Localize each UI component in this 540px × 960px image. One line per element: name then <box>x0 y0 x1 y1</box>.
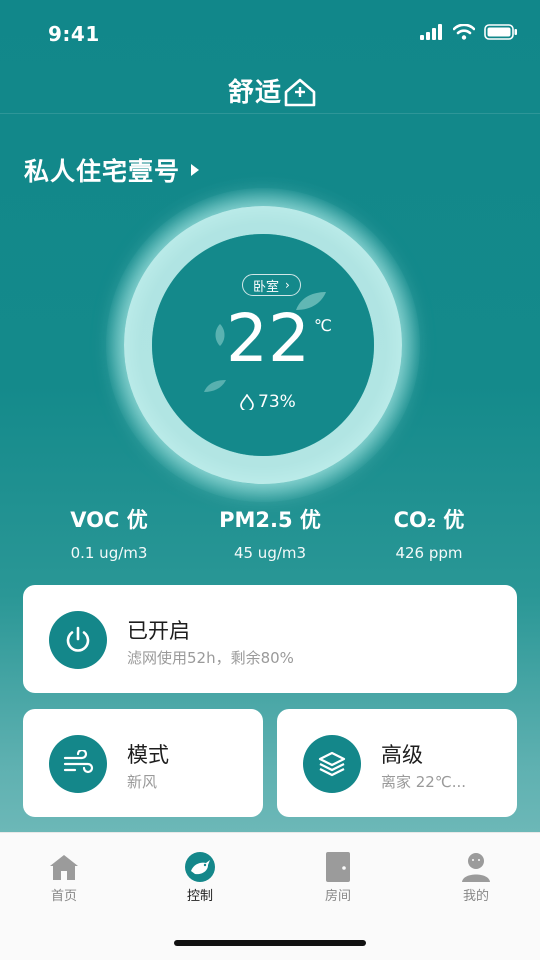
door-icon <box>322 851 354 883</box>
app-logo: 舒适 <box>228 72 318 109</box>
filter-usage: 滤网使用52h，剩余80% <box>127 649 294 667</box>
status-icons <box>420 24 518 40</box>
layers-icon <box>318 751 346 777</box>
humidity-readout: 73% <box>240 392 296 412</box>
power-card[interactable]: 已开启 滤网使用52h，剩余80% <box>23 585 517 693</box>
metric-pm25: PM2.5 优 45 ug/m3 <box>185 504 355 562</box>
tab-profile[interactable]: 我的 <box>436 851 516 904</box>
advanced-card[interactable]: 高级 离家 22℃... <box>277 709 517 817</box>
cellular-signal-icon <box>420 24 442 40</box>
droplet-icon <box>240 394 254 410</box>
bird-control-icon <box>184 851 216 883</box>
metric-title: VOC 优 <box>70 508 148 532</box>
tab-control[interactable]: 控制 <box>160 851 240 904</box>
mode-card[interactable]: 模式 新风 <box>23 709 263 817</box>
metric-voc: VOC 优 0.1 ug/m3 <box>24 504 194 562</box>
tab-label: 首页 <box>50 889 77 904</box>
battery-icon <box>484 24 517 40</box>
metric-title: CO₂ 优 <box>393 508 465 532</box>
chevron-right-icon: › <box>285 278 290 292</box>
mode-value: 新风 <box>127 773 158 791</box>
temperature-unit: ℃ <box>314 316 332 335</box>
mode-title: 模式 <box>127 743 169 767</box>
metric-co2: CO₂ 优 426 ppm <box>344 504 514 562</box>
metric-value: 45 ug/m3 <box>233 544 307 562</box>
tab-label: 我的 <box>462 889 489 904</box>
power-icon <box>66 626 90 652</box>
metric-value: 426 ppm <box>395 544 463 562</box>
tab-label: 控制 <box>186 889 213 904</box>
advanced-button[interactable] <box>303 735 361 793</box>
room-selector[interactable]: 卧室 › <box>242 274 301 296</box>
advanced-title: 高级 <box>381 743 423 767</box>
power-status: 已开启 <box>127 619 190 643</box>
leaf-icon <box>204 380 226 392</box>
temperature-value: 22 <box>226 300 310 377</box>
person-icon <box>460 851 492 883</box>
app-header: 舒适 <box>0 66 540 114</box>
metric-title: PM2.5 优 <box>219 508 321 532</box>
advanced-value: 离家 22℃... <box>381 773 467 791</box>
caret-right-icon <box>191 164 200 176</box>
wifi-icon <box>453 24 475 40</box>
house-plus-icon <box>284 78 316 106</box>
home-indicator <box>174 940 366 946</box>
status-time: 9:41 <box>48 22 100 46</box>
house-icon <box>48 851 80 883</box>
mode-button[interactable] <box>49 735 107 793</box>
power-button[interactable] <box>49 611 107 669</box>
humidity-value: 73% <box>258 392 296 412</box>
metric-value: 0.1 ug/m3 <box>70 544 148 562</box>
room-label: 卧室 <box>253 279 280 295</box>
logo-text: 舒适 <box>228 78 283 108</box>
wind-icon <box>63 750 94 774</box>
status-bar: 9:41 <box>0 0 540 70</box>
tab-home[interactable]: 首页 <box>24 851 104 904</box>
home-selector[interactable]: 私人住宅壹号 <box>24 152 200 188</box>
climate-ring: 卧室 › 22 ℃ 73% <box>106 188 420 502</box>
tab-label: 房间 <box>324 889 351 904</box>
home-name: 私人住宅壹号 <box>24 157 181 186</box>
tab-rooms[interactable]: 房间 <box>298 851 378 904</box>
